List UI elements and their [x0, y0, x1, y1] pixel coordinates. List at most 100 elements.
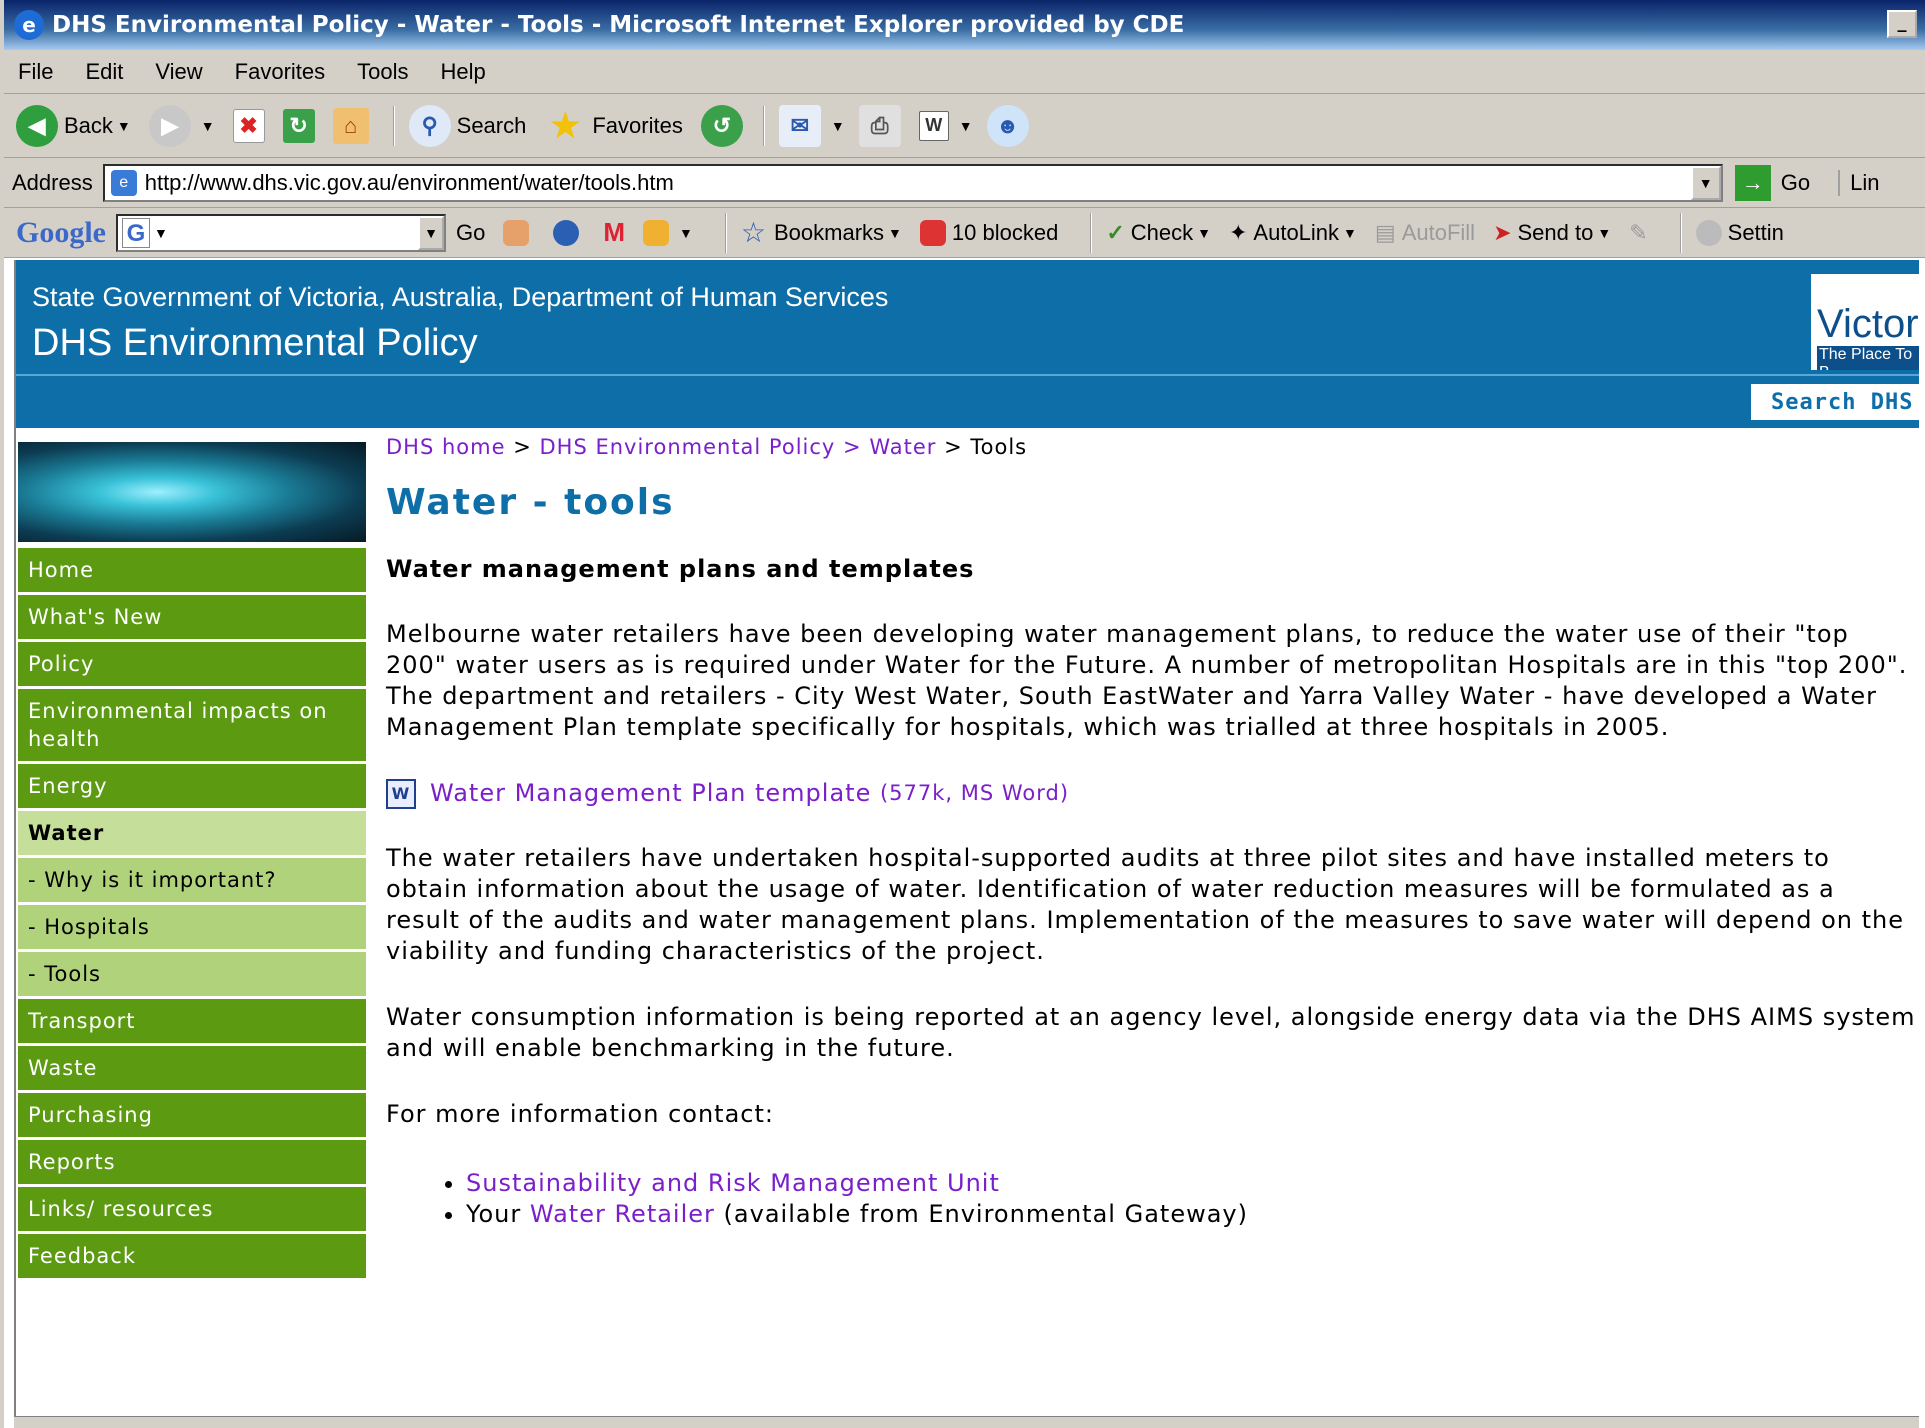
puzzle-dropdown-icon[interactable]: ▼ [679, 225, 693, 241]
nav-tools[interactable]: - Tools [18, 952, 366, 999]
water-retailer-link[interactable]: Water Retailer [530, 1200, 715, 1228]
menu-file[interactable]: File [18, 59, 53, 85]
edit-dropdown-icon[interactable]: ▼ [959, 118, 973, 134]
settings-icon [1695, 219, 1722, 246]
address-dropdown-icon[interactable]: ▼ [1690, 165, 1721, 200]
site-title: DHS Environmental Policy [32, 322, 478, 364]
list-item: Your Water Retailer (available from Envi… [466, 1199, 1916, 1230]
breadcrumb-water[interactable]: Water [869, 435, 936, 459]
contact-list: Sustainability and Risk Management Unit … [466, 1168, 1916, 1230]
breadcrumb-env-policy[interactable]: DHS Environmental Policy [540, 435, 836, 459]
nav-home[interactable]: Home [18, 548, 366, 595]
autolink-dropdown-icon: ▼ [1343, 224, 1357, 241]
menu-edit[interactable]: Edit [85, 59, 123, 85]
nav-purchasing[interactable]: Purchasing [18, 1093, 366, 1140]
mail-icon[interactable]: ✉ [778, 104, 821, 147]
bookmarks-button[interactable]: ☆ Bookmarks ▼ [741, 216, 902, 249]
victoria-logo[interactable]: Victori The Place To B [1811, 274, 1919, 370]
nav-policy[interactable]: Policy [18, 642, 366, 689]
google-g-dropdown-icon[interactable]: ▼ [154, 225, 168, 241]
google-search-input[interactable]: G ▼ ▼ [116, 213, 446, 252]
forward-dropdown-icon[interactable]: ▼ [201, 118, 215, 134]
google-logo[interactable]: Google [16, 216, 106, 250]
history-icon[interactable]: ↺ [700, 104, 743, 147]
logo-tagline: The Place To B [1817, 346, 1919, 370]
nav-hospitals[interactable]: - Hospitals [18, 905, 366, 952]
gmail-icon[interactable]: M [603, 217, 625, 248]
search-dhs-button[interactable]: Search DHS [1751, 384, 1919, 420]
nav-links-resources[interactable]: Links/ resources [18, 1187, 366, 1234]
menu-view[interactable]: View [155, 59, 202, 85]
back-dropdown-icon[interactable]: ▼ [117, 118, 131, 134]
mail-dropdown-icon[interactable]: ▼ [831, 118, 845, 134]
window-title: DHS Environmental Policy - Water - Tools… [52, 12, 1185, 38]
search-button[interactable]: ⚲ Search [408, 104, 526, 147]
site-header: State Government of Victoria, Australia,… [16, 260, 1919, 428]
autolink-button[interactable]: ✦ AutoLink ▼ [1229, 220, 1357, 246]
google-g-icon[interactable]: G [122, 217, 150, 248]
google-go-button[interactable]: Go [456, 220, 485, 246]
messenger-icon[interactable]: ☻ [986, 104, 1029, 147]
breadcrumb-current: Tools [970, 435, 1028, 459]
go-arrow-icon: → [1734, 164, 1771, 201]
bookmark-star-icon: ☆ [740, 217, 766, 248]
links-label[interactable]: Lin [1838, 169, 1879, 196]
status-bar [14, 1416, 1919, 1428]
google-search-dropdown-icon[interactable]: ▼ [418, 215, 444, 250]
nav-environmental-impacts[interactable]: Environmental impacts on health [18, 689, 366, 764]
nav-waste[interactable]: Waste [18, 1046, 366, 1093]
globe-icon [553, 219, 580, 246]
sendto-icon: ➤ [1493, 219, 1512, 245]
edit-word-icon[interactable]: W [918, 110, 949, 141]
back-label: Back [64, 112, 113, 138]
forward-arrow-icon: ▶ [148, 104, 191, 147]
wmp-template-link[interactable]: Water Management Plan template [430, 778, 871, 809]
nav-feedback[interactable]: Feedback [18, 1234, 366, 1281]
google-toolbar: Google G ▼ ▼ Go M ▼ ☆ Bookmarks ▼ 10 blocke… [4, 208, 1925, 258]
nav-why-important[interactable]: - Why is it important? [18, 858, 366, 905]
nav-energy[interactable]: Energy [18, 764, 366, 811]
favorites-button[interactable]: ★ Favorites [544, 105, 683, 147]
address-field[interactable]: e http://www.dhs.vic.gov.au/environment/… [102, 163, 1723, 202]
favorites-label: Favorites [592, 112, 683, 138]
stop-icon[interactable]: ✖ [232, 108, 265, 143]
address-label: Address [12, 169, 93, 195]
word-document-icon: W [386, 778, 416, 809]
google-puzzle-button[interactable]: ▼ [643, 219, 693, 246]
sendto-label: Send to [1517, 219, 1594, 245]
toolbar-separator [1679, 212, 1682, 253]
check-label: Check [1130, 219, 1194, 245]
menu-help[interactable]: Help [441, 59, 486, 85]
go-button[interactable]: → Go [1734, 164, 1810, 201]
print-icon[interactable]: ⎙ [858, 104, 901, 147]
spellcheck-button[interactable]: ✓ Check ▼ [1106, 220, 1211, 246]
home-icon[interactable]: ⌂ [332, 107, 369, 144]
popup-blocker-button[interactable]: 10 blocked [919, 219, 1058, 246]
sendto-button[interactable]: ➤ Send to ▼ [1493, 220, 1611, 246]
nav-whats-new[interactable]: What's New [18, 595, 366, 642]
web-page: State Government of Victoria, Australia,… [14, 260, 1919, 1428]
document-size: (577k, MS Word) [879, 781, 1070, 805]
sustainability-unit-link[interactable]: Sustainability and Risk Management Unit [466, 1169, 1000, 1197]
google-news-icon[interactable] [503, 219, 535, 246]
forward-button[interactable]: ▶ ▼ [148, 104, 215, 147]
refresh-icon[interactable]: ↻ [282, 108, 315, 143]
contact-suffix: (available from Environmental Gateway) [723, 1200, 1248, 1228]
settings-button[interactable]: Settin [1695, 219, 1784, 246]
google-globe-button[interactable] [553, 219, 585, 246]
menu-tools[interactable]: Tools [357, 59, 408, 85]
autofill-button[interactable]: ▤ AutoFill [1375, 220, 1475, 246]
nav-water[interactable]: Water [18, 811, 366, 858]
popup-blocked-icon [919, 219, 946, 246]
title-bar: e DHS Environmental Policy - Water - Too… [4, 0, 1925, 50]
address-url[interactable]: http://www.dhs.vic.gov.au/environment/wa… [145, 170, 674, 196]
minimize-button[interactable]: _ [1887, 10, 1917, 38]
menu-favorites[interactable]: Favorites [235, 59, 325, 85]
breadcrumb-separator: > [944, 435, 963, 459]
nav-reports[interactable]: Reports [18, 1140, 366, 1187]
document-link-row: W Water Management Plan template (577k, … [386, 778, 1916, 809]
nav-transport[interactable]: Transport [18, 999, 366, 1046]
breadcrumb-dhs-home[interactable]: DHS home [386, 435, 506, 459]
highlighter-icon[interactable]: ✎ [1629, 220, 1647, 246]
back-button[interactable]: ◀ Back ▼ [16, 104, 131, 147]
